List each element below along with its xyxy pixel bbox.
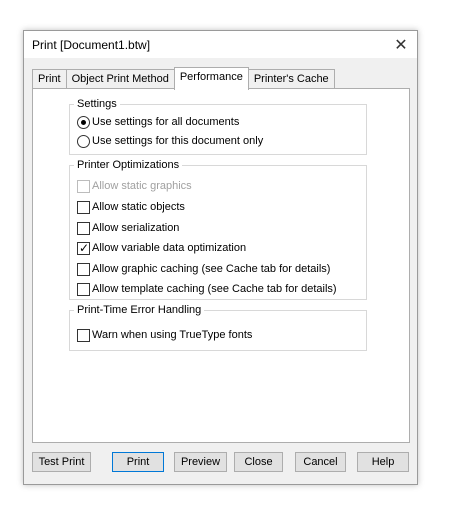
print-button[interactable]: Print [112,452,164,472]
printer-optimizations-title: Printer Optimizations [74,158,183,172]
checkbox-graphic-caching[interactable]: Allow graphic caching (see Cache tab for… [77,262,330,276]
window-title: Print [Document1.btw] [32,38,151,52]
checkbox-warn-truetype[interactable]: Warn when using TrueType fonts [77,328,252,342]
checkbox-icon[interactable]: ✓ [77,240,90,255]
performance-tab-panel: Settings Use settings for all documents … [32,88,410,443]
radio-button-icon[interactable] [77,115,90,129]
checkbox-template-caching-label: Allow template caching (see Cache tab fo… [92,283,337,295]
checkmark-icon: ✓ [79,240,90,255]
checkbox-variable-data-label: Allow variable data optimization [92,242,247,254]
checkbox-static-graphics-label: Allow static graphics [92,180,192,192]
error-handling-title: Print-Time Error Handling [74,303,205,317]
tab-printers-cache[interactable]: Printer's Cache [247,69,335,88]
tab-object-print-method[interactable]: Object Print Method [65,69,175,88]
settings-group: Settings Use settings for all documents … [69,97,367,155]
test-print-button[interactable]: Test Print [32,452,91,472]
checkbox-icon[interactable] [77,328,90,342]
checkbox-serialization-label: Allow serialization [92,222,180,234]
checkbox-serialization[interactable]: Allow serialization [77,221,179,235]
tab-print[interactable]: Print [32,69,67,88]
checkbox-static-objects-label: Allow static objects [92,201,185,213]
checkbox-icon[interactable] [77,221,90,235]
checkbox-icon[interactable] [77,179,90,193]
cancel-button[interactable]: Cancel [295,452,346,472]
close-button[interactable]: Close [234,452,283,472]
error-handling-group: Print-Time Error Handling Warn when usin… [69,303,367,351]
checkbox-icon[interactable] [77,282,90,296]
preview-button[interactable]: Preview [174,452,227,472]
checkbox-static-objects[interactable]: Allow static objects [77,200,185,214]
radio-this-document-label: Use settings for this document only [92,135,264,147]
checkbox-variable-data-optimization[interactable]: ✓ Allow variable data optimization [77,241,246,255]
title-bar: Print [Document1.btw] ✕ [24,31,417,58]
settings-group-title: Settings [74,97,120,111]
radio-all-documents-label: Use settings for all documents [92,116,240,128]
checkbox-icon[interactable] [77,200,90,214]
checkbox-icon[interactable] [77,262,90,276]
radio-all-documents[interactable]: Use settings for all documents [77,115,239,129]
print-dialog: Print [Document1.btw] ✕ Print Object Pri… [23,30,418,485]
radio-selected-dot [81,119,86,125]
close-icon[interactable]: ✕ [385,31,417,58]
help-button[interactable]: Help [357,452,409,472]
printer-optimizations-group: Printer Optimizations Allow static graph… [69,158,367,300]
radio-button-icon[interactable] [77,134,90,148]
checkbox-static-graphics[interactable]: Allow static graphics [77,179,192,193]
checkbox-warn-truetype-label: Warn when using TrueType fonts [92,329,253,341]
checkbox-graphic-caching-label: Allow graphic caching (see Cache tab for… [92,263,331,275]
radio-this-document-only[interactable]: Use settings for this document only [77,134,263,148]
tab-performance[interactable]: Performance [173,67,249,90]
checkbox-template-caching[interactable]: Allow template caching (see Cache tab fo… [77,282,337,296]
tab-strip: Print Object Print Method Performance Pr… [32,67,335,90]
